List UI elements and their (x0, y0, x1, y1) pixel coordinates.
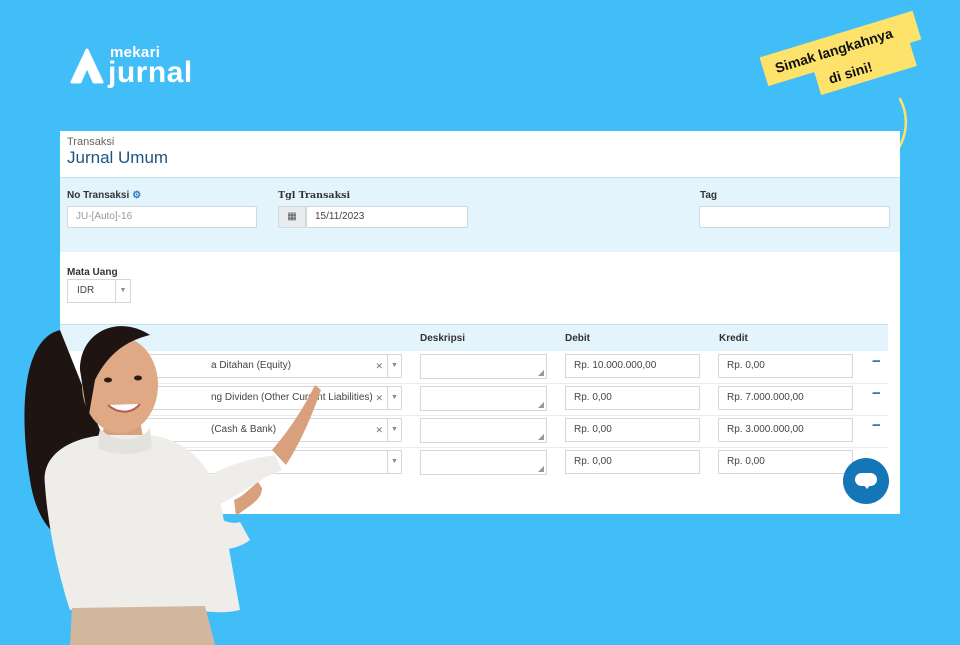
no-transaksi-input[interactable]: JU-[Auto]-16 (67, 206, 257, 228)
deskripsi-textarea[interactable]: ◢ (420, 418, 547, 443)
gear-icon[interactable]: ⚙ (132, 190, 141, 201)
currency-select[interactable]: IDR ▼ (67, 279, 131, 303)
clear-icon[interactable]: ✕ (375, 355, 383, 377)
clear-icon[interactable]: ✕ (375, 419, 383, 441)
kredit-input[interactable]: Rp. 0,00 (718, 354, 853, 378)
resize-grip-icon[interactable]: ◢ (538, 433, 544, 441)
deskripsi-header: Deskripsi (420, 333, 466, 344)
chevron-down-icon[interactable]: ▼ (387, 419, 401, 441)
transaction-header-section: No Transaksi ⚙ JU-[Auto]-16 Tgl Transaksi… (60, 177, 900, 252)
no-transaksi-label: No Transaksi ⚙ (67, 190, 142, 201)
remove-row-icon[interactable]: − (872, 417, 881, 434)
kredit-input[interactable]: Rp. 3.000.000,00 (718, 418, 853, 442)
debit-input[interactable]: Rp. 0,00 (565, 418, 700, 442)
kredit-header: Kredit (719, 333, 748, 344)
kredit-input[interactable]: Rp. 7.000.000,00 (718, 386, 853, 410)
logo-mark-icon (70, 48, 104, 84)
brand-big-text: jurnal (108, 56, 193, 89)
debit-input[interactable]: Rp. 0,00 (565, 450, 700, 474)
resize-grip-icon[interactable]: ◢ (538, 401, 544, 409)
resize-grip-icon[interactable]: ◢ (538, 465, 544, 473)
resize-grip-icon[interactable]: ◢ (538, 369, 544, 377)
tgl-transaksi-label: Tgl Transaksi (278, 190, 351, 201)
tgl-transaksi-input[interactable]: 15/11/2023 (306, 206, 468, 228)
woman-pointing-illustration (24, 326, 321, 645)
currency-value: IDR (77, 285, 95, 296)
chevron-down-icon[interactable]: ▼ (387, 355, 401, 377)
clear-icon[interactable]: ✕ (375, 387, 383, 409)
tag-label: Tag (700, 190, 718, 201)
remove-row-icon[interactable]: − (872, 385, 881, 402)
kredit-input[interactable]: Rp. 0,00 (718, 450, 853, 474)
debit-input[interactable]: Rp. 0,00 (565, 386, 700, 410)
debit-input[interactable]: Rp. 10.000.000,00 (565, 354, 700, 378)
mata-uang-label: Mata Uang (67, 267, 118, 278)
calendar-icon[interactable]: ▦ (278, 206, 306, 228)
breadcrumb[interactable]: Transaksi (67, 136, 114, 148)
deskripsi-textarea[interactable]: ◢ (420, 354, 547, 379)
chat-button[interactable] (843, 458, 889, 504)
tag-input[interactable] (699, 206, 890, 228)
chevron-down-icon[interactable]: ▼ (387, 451, 401, 473)
deskripsi-textarea[interactable]: ◢ (420, 386, 547, 411)
page-title: Jurnal Umum (67, 148, 169, 167)
mekari-jurnal-logo: mekari jurnal (70, 44, 200, 94)
remove-row-icon[interactable]: − (872, 353, 881, 370)
debit-header: Debit (565, 333, 590, 344)
chevron-down-icon[interactable]: ▼ (115, 280, 130, 302)
deskripsi-textarea[interactable]: ◢ (420, 450, 547, 475)
chevron-down-icon[interactable]: ▼ (387, 387, 401, 409)
